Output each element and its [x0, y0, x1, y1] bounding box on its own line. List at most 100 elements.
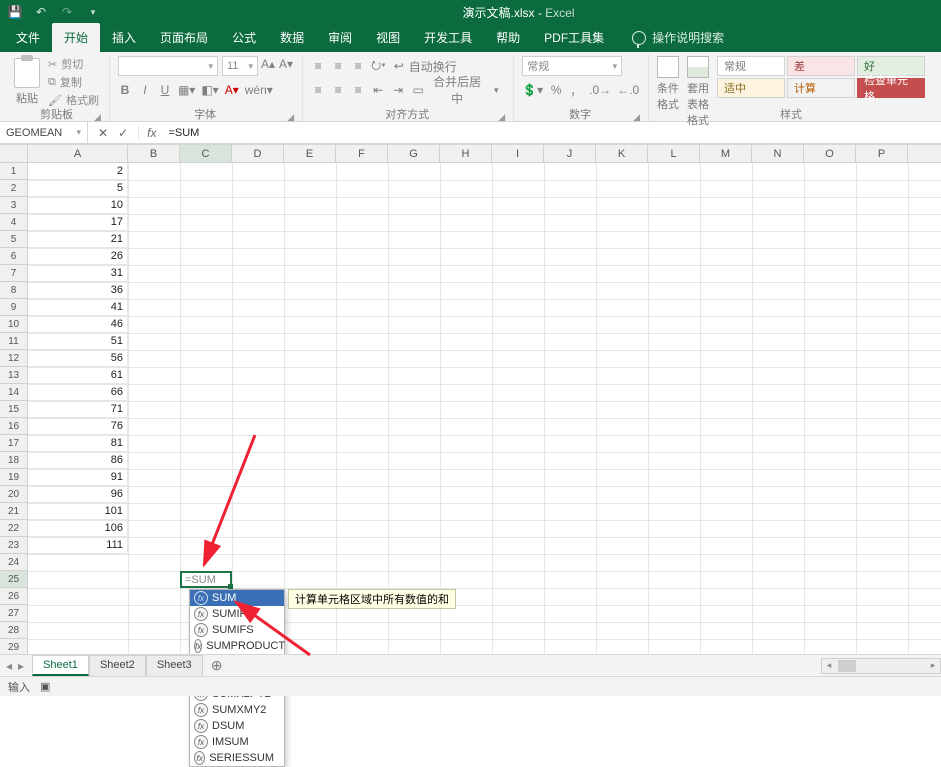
autocomplete-item-sumproduct[interactable]: fxSUMPRODUCT — [190, 638, 284, 654]
row-header-14[interactable]: 14 — [0, 384, 28, 401]
font-size-combo[interactable]: 11▾ — [222, 56, 258, 76]
decrease-indent-icon[interactable]: ⇤ — [371, 83, 385, 97]
enter-formula-icon[interactable]: ✓ — [118, 126, 128, 140]
tab-file[interactable]: 文件 — [4, 23, 52, 52]
row-header-11[interactable]: 11 — [0, 333, 28, 350]
row-header-22[interactable]: 22 — [0, 520, 28, 537]
tab-home[interactable]: 开始 — [52, 23, 100, 52]
select-all-corner[interactable] — [0, 145, 28, 163]
scroll-thumb[interactable] — [838, 660, 856, 672]
scroll-left-icon[interactable]: ◂ — [822, 660, 836, 671]
redo-icon[interactable]: ↷ — [58, 3, 76, 21]
fill-color-button[interactable]: ◧▾ — [201, 83, 218, 97]
cancel-formula-icon[interactable]: ✕ — [98, 126, 108, 140]
row-header-2[interactable]: 2 — [0, 180, 28, 197]
accounting-format-icon[interactable]: 💲▾ — [522, 83, 543, 97]
sheet-nav-prev-icon[interactable]: ◂ — [6, 659, 12, 673]
tab-formulas[interactable]: 公式 — [220, 23, 268, 52]
bold-button[interactable]: B — [118, 83, 132, 97]
align-left-icon[interactable]: ≡ — [311, 83, 325, 97]
number-format-combo[interactable]: 常规▾ — [522, 56, 622, 76]
cell-A18[interactable]: 86 — [28, 452, 128, 469]
row-header-7[interactable]: 7 — [0, 265, 28, 282]
sheet-nav-next-icon[interactable]: ▸ — [18, 659, 24, 673]
row-header-5[interactable]: 5 — [0, 231, 28, 248]
comma-icon[interactable]: ， — [569, 82, 583, 99]
autocomplete-item-sum[interactable]: fxSUM — [190, 590, 284, 606]
col-header-D[interactable]: D — [232, 145, 284, 162]
cell-A4[interactable]: 17 — [28, 214, 128, 231]
increase-indent-icon[interactable]: ⇥ — [391, 83, 405, 97]
col-header-I[interactable]: I — [492, 145, 544, 162]
row-header-10[interactable]: 10 — [0, 316, 28, 333]
cell-A10[interactable]: 46 — [28, 316, 128, 333]
row-header-28[interactable]: 28 — [0, 622, 28, 639]
col-header-F[interactable]: F — [336, 145, 388, 162]
cell-A2[interactable]: 5 — [28, 180, 128, 197]
name-box[interactable]: GEOMEAN▾ — [0, 122, 88, 143]
sheet-tab-sheet1[interactable]: Sheet1 — [32, 655, 89, 676]
cell-A22[interactable]: 106 — [28, 520, 128, 537]
font-name-combo[interactable]: ▾ — [118, 56, 218, 76]
grow-font-icon[interactable]: A▴ — [260, 56, 276, 72]
row-header-4[interactable]: 4 — [0, 214, 28, 231]
col-header-H[interactable]: H — [440, 145, 492, 162]
autocomplete-item-sumxmy2[interactable]: fxSUMXMY2 — [190, 702, 284, 718]
tab-pdf[interactable]: PDF工具集 — [532, 23, 616, 52]
save-icon[interactable]: 💾 — [6, 3, 24, 21]
shrink-font-icon[interactable]: A▾ — [278, 56, 294, 72]
row-header-16[interactable]: 16 — [0, 418, 28, 435]
tab-insert[interactable]: 插入 — [100, 23, 148, 52]
row-header-17[interactable]: 17 — [0, 435, 28, 452]
dialog-launcher-icon[interactable]: ◢ — [94, 112, 101, 123]
formula-input[interactable]: =SUM — [164, 127, 941, 139]
merge-center-button[interactable]: ▭合并后居中▾ — [411, 73, 503, 107]
qat-customize-icon[interactable]: ▾ — [84, 3, 102, 21]
row-header-3[interactable]: 3 — [0, 197, 28, 214]
tab-view[interactable]: 视图 — [364, 23, 412, 52]
macro-record-icon[interactable]: ▣ — [40, 680, 50, 693]
row-header-1[interactable]: 1 — [0, 163, 28, 180]
italic-button[interactable]: I — [138, 83, 152, 97]
align-top-icon[interactable]: ≡ — [311, 59, 325, 73]
dialog-launcher-icon[interactable]: ◢ — [287, 112, 294, 123]
row-header-15[interactable]: 15 — [0, 401, 28, 418]
col-header-G[interactable]: G — [388, 145, 440, 162]
autocomplete-item-imsum[interactable]: fxIMSUM — [190, 734, 284, 750]
phonetic-button[interactable]: wén▾ — [245, 83, 273, 97]
row-header-20[interactable]: 20 — [0, 486, 28, 503]
row-header-23[interactable]: 23 — [0, 537, 28, 554]
col-header-N[interactable]: N — [752, 145, 804, 162]
cell-A13[interactable]: 61 — [28, 367, 128, 384]
cell-A7[interactable]: 31 — [28, 265, 128, 282]
style-check-cell[interactable]: 检查单元格 — [857, 78, 925, 98]
cell-A17[interactable]: 81 — [28, 435, 128, 452]
fx-icon[interactable]: fx — [139, 126, 164, 140]
orientation-icon[interactable]: ⭮▾ — [371, 56, 386, 77]
col-header-A[interactable]: A — [28, 145, 128, 162]
col-header-M[interactable]: M — [700, 145, 752, 162]
dialog-launcher-icon[interactable]: ◢ — [633, 112, 640, 123]
cell-styles-gallery[interactable]: 常规 差 好 适中 计算 检查单元格 — [717, 56, 925, 98]
cell-A8[interactable]: 36 — [28, 282, 128, 299]
cell-A19[interactable]: 91 — [28, 469, 128, 486]
tab-developer[interactable]: 开发工具 — [412, 23, 484, 52]
tab-page-layout[interactable]: 页面布局 — [148, 23, 220, 52]
border-button[interactable]: ▦▾ — [178, 83, 195, 97]
row-header-21[interactable]: 21 — [0, 503, 28, 520]
row-header-13[interactable]: 13 — [0, 367, 28, 384]
conditional-format-button[interactable]: 条件格式 — [657, 56, 679, 112]
cell-A11[interactable]: 51 — [28, 333, 128, 350]
cell-A16[interactable]: 76 — [28, 418, 128, 435]
cell-A14[interactable]: 66 — [28, 384, 128, 401]
cell-A5[interactable]: 21 — [28, 231, 128, 248]
tab-data[interactable]: 数据 — [268, 23, 316, 52]
row-headers[interactable]: 1234567891011121314151617181920212223242… — [0, 163, 28, 673]
cell-A12[interactable]: 56 — [28, 350, 128, 367]
align-bottom-icon[interactable]: ≡ — [351, 59, 365, 73]
paste-button[interactable]: 粘贴 — [14, 56, 40, 106]
row-header-12[interactable]: 12 — [0, 350, 28, 367]
cell-A23[interactable]: 111 — [28, 537, 128, 554]
sheet-tab-sheet2[interactable]: Sheet2 — [89, 655, 146, 676]
cell-A3[interactable]: 10 — [28, 197, 128, 214]
